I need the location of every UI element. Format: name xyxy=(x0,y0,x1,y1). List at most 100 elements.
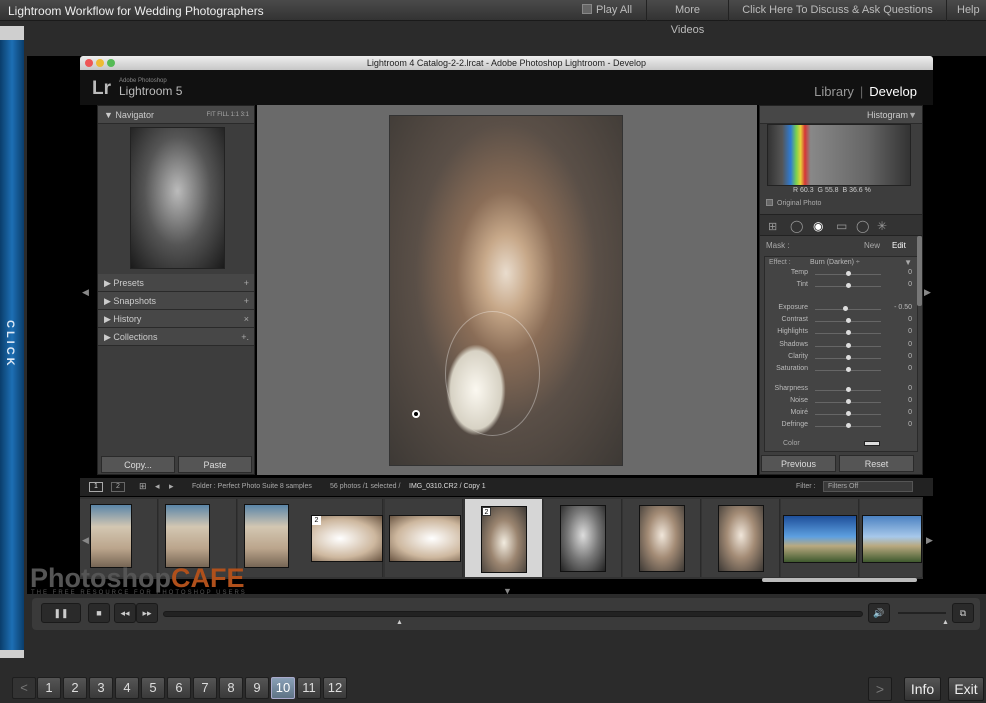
zoom-icon[interactable] xyxy=(107,59,115,67)
brush-pin-icon[interactable] xyxy=(412,410,420,418)
effect-collapse-icon[interactable]: ▼ xyxy=(904,258,912,267)
slider-knob[interactable] xyxy=(846,283,851,288)
collapse-left-icon[interactable]: ◀ xyxy=(82,287,89,298)
stop-button[interactable]: ■ xyxy=(88,603,110,623)
panel-toggle-icon[interactable]: ▼ xyxy=(908,106,917,124)
expand-bottom-icon[interactable]: ▼ xyxy=(503,586,512,596)
filmstrip-scrollbar[interactable] xyxy=(762,578,917,582)
previous-button[interactable]: Previous xyxy=(761,455,836,472)
main-window-button[interactable]: 1 xyxy=(89,482,103,492)
info-button[interactable]: Info xyxy=(904,677,941,701)
crop-tool-icon[interactable]: ⊞ xyxy=(768,220,777,233)
navigator-header[interactable]: ▼ Navigator FIT FILL 1:1 3:1 xyxy=(98,106,254,124)
filmstrip-thumb[interactable] xyxy=(702,499,780,577)
slider-defringe[interactable]: Defringe 0 xyxy=(772,421,918,432)
volume-button[interactable]: 🔊 xyxy=(868,603,890,623)
back-arrow-icon[interactable]: ◂ xyxy=(155,481,160,492)
navigator-zoom-options[interactable]: FIT FILL 1:1 3:1 xyxy=(207,106,249,124)
slider-knob[interactable] xyxy=(846,355,851,360)
page-button-4[interactable]: 4 xyxy=(115,677,139,699)
module-develop[interactable]: Develop xyxy=(869,84,917,99)
play-all-toggle[interactable]: Play All xyxy=(572,0,642,21)
module-library[interactable]: Library xyxy=(814,84,854,99)
main-photo[interactable] xyxy=(389,115,623,466)
navigator-preview[interactable] xyxy=(130,127,225,269)
radial-filter-icon[interactable]: ◯ xyxy=(856,219,869,233)
slider-temp[interactable]: Temp 0 xyxy=(772,269,918,280)
reset-button[interactable]: Reset xyxy=(839,455,914,472)
histogram-header[interactable]: Histogram ▼ xyxy=(760,106,922,124)
fullscreen-button[interactable]: ⧉ xyxy=(952,603,974,623)
filmstrip-thumb-selected[interactable]: 2 xyxy=(465,499,543,577)
slider-knob[interactable] xyxy=(846,399,851,404)
add-snapshot-icon[interactable]: + xyxy=(244,292,249,310)
filmstrip-thumb[interactable] xyxy=(781,499,859,577)
page-button-6[interactable]: 6 xyxy=(167,677,191,699)
slider-knob[interactable] xyxy=(842,306,848,311)
filmstrip-thumb[interactable]: 2 xyxy=(305,499,383,577)
slider-noise[interactable]: Noise 0 xyxy=(772,397,918,408)
next-page-button[interactable]: > xyxy=(868,677,892,701)
side-click-tab[interactable]: CLICK xyxy=(0,26,24,658)
clear-history-icon[interactable]: × xyxy=(244,310,249,328)
seek-handle-icon[interactable]: ▲ xyxy=(396,619,403,626)
page-button-1[interactable]: 1 xyxy=(37,677,61,699)
page-button-12[interactable]: 12 xyxy=(323,677,347,699)
slider-saturation[interactable]: Saturation 0 xyxy=(772,365,918,376)
brush-tool-icon[interactable]: ◉ xyxy=(813,219,823,233)
slider-knob[interactable] xyxy=(846,423,851,428)
filmstrip-thumb[interactable] xyxy=(623,499,701,577)
slider-knob[interactable] xyxy=(846,367,851,372)
page-button-3[interactable]: 3 xyxy=(89,677,113,699)
spot-removal-icon[interactable]: ◯ xyxy=(790,219,803,233)
volume-handle-icon[interactable]: ▲ xyxy=(942,619,949,626)
add-collection-icon[interactable]: +. xyxy=(241,328,249,346)
slider-knob[interactable] xyxy=(846,318,851,323)
pause-button[interactable]: ❚❚ xyxy=(41,603,81,623)
seek-bar[interactable] xyxy=(163,611,863,617)
filter-dropdown[interactable]: Filters Off xyxy=(823,481,913,492)
page-button-10[interactable]: 10 xyxy=(271,677,295,699)
filmstrip-thumb[interactable] xyxy=(385,499,463,577)
collapse-right-icon[interactable]: ▶ xyxy=(924,287,931,298)
slider-knob[interactable] xyxy=(846,271,851,276)
slider-contrast[interactable]: Contrast 0 xyxy=(772,316,918,327)
original-photo-toggle[interactable]: Original Photo xyxy=(766,199,821,207)
volume-slider[interactable] xyxy=(898,612,946,614)
slider-clarity[interactable]: Clarity 0 xyxy=(772,353,918,364)
prev-page-button[interactable]: < xyxy=(12,677,36,699)
fast-forward-button[interactable]: ▸▸ xyxy=(136,603,158,623)
minimize-icon[interactable] xyxy=(96,59,104,67)
adjustment-brush-icon[interactable]: ✳ xyxy=(877,219,887,233)
slider-moir[interactable]: Moiré 0 xyxy=(772,409,918,420)
mask-new-button[interactable]: New xyxy=(864,241,880,250)
slider-knob[interactable] xyxy=(846,330,851,335)
forward-arrow-icon[interactable]: ▸ xyxy=(169,481,174,492)
copy-button[interactable]: Copy... xyxy=(101,456,175,473)
filmstrip-right-icon[interactable]: ▶ xyxy=(926,535,933,546)
discuss-button[interactable]: Click Here To Discuss & Ask Questions xyxy=(728,0,946,21)
slider-sharpness[interactable]: Sharpness 0 xyxy=(772,385,918,396)
graduated-filter-icon[interactable]: ▭ xyxy=(836,219,847,233)
slider-track[interactable] xyxy=(815,309,881,310)
page-button-7[interactable]: 7 xyxy=(193,677,217,699)
page-button-11[interactable]: 11 xyxy=(297,677,321,699)
effect-dropdown[interactable]: Burn (Darken) ÷ xyxy=(810,259,860,266)
page-button-5[interactable]: 5 xyxy=(141,677,165,699)
panel-history[interactable]: ▶ History × xyxy=(98,310,254,328)
rewind-button[interactable]: ◂◂ xyxy=(114,603,136,623)
more-videos-button[interactable]: More Videos xyxy=(646,0,728,36)
page-button-9[interactable]: 9 xyxy=(245,677,269,699)
mask-edit-button[interactable]: Edit xyxy=(892,241,906,250)
slider-shadows[interactable]: Shadows 0 xyxy=(772,341,918,352)
slider-highlights[interactable]: Highlights 0 xyxy=(772,328,918,339)
add-preset-icon[interactable]: + xyxy=(244,274,249,292)
second-window-button[interactable]: 2 xyxy=(111,482,125,492)
slider-tint[interactable]: Tint 0 xyxy=(772,281,918,292)
close-icon[interactable] xyxy=(85,59,93,67)
page-button-2[interactable]: 2 xyxy=(63,677,87,699)
help-button[interactable]: Help xyxy=(946,0,986,21)
panel-collections[interactable]: ▶ Collections +. xyxy=(98,328,254,346)
color-swatch[interactable] xyxy=(864,441,880,446)
panel-presets[interactable]: ▶ Presets + xyxy=(98,274,254,292)
